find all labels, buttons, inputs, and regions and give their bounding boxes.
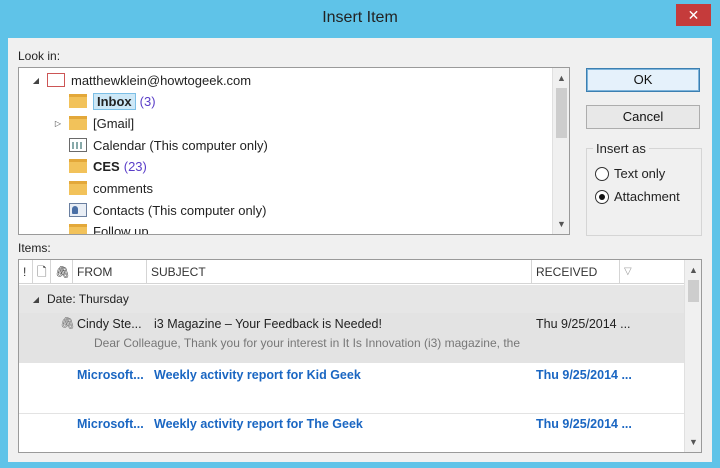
message-subject: i3 Magazine – Your Feedback is Needed! [154,317,382,331]
document-icon[interactable]: 🗋 [33,260,51,284]
window-title: Insert Item [322,9,398,26]
insert-as-title: Insert as [593,141,649,156]
tree-item-label: Contacts (This computer only) [93,202,267,218]
text-only-option[interactable]: Text only [595,166,665,181]
radio-attachment[interactable] [595,189,609,204]
message-from: Microsoft... [77,368,144,382]
tree-item-label: Follow up [93,223,149,235]
tree-item-label: matthewklein@howtogeek.com [71,72,252,88]
tree-scrollbar[interactable]: ▲ ▼ [552,68,569,234]
tree-item-label: CES [93,158,120,174]
received-column[interactable]: RECEIVED [532,260,620,284]
ok-button[interactable]: OK [586,68,700,92]
message-received: Thu 9/25/2014 ... [536,317,631,331]
message-received: Thu 9/25/2014 ... [536,417,632,431]
scroll-up-icon[interactable]: ▲ [685,262,701,278]
subject-column[interactable]: SUBJECT [147,260,532,284]
message-preview: Dear Colleague, Thank you for your inter… [94,336,521,350]
message-subject: Weekly activity report for The Geek [154,417,363,431]
importance-column[interactable]: ! [19,260,33,284]
message-subject: Weekly activity report for Kid Geek [154,368,361,382]
tree-item-comments[interactable]: comments [53,178,153,198]
tree-item-label: Inbox [93,92,136,110]
collapse-icon[interactable]: ◢ [31,295,41,304]
sort-icon[interactable]: ▽ [620,260,686,284]
option-label: Text only [614,166,666,181]
folder-tree[interactable]: ◢ matthewklein@howtogeek.com Inbox (3) ▷… [18,67,570,235]
items-label: Items: [18,241,51,255]
unread-count: (3) [139,93,156,109]
list-item[interactable]: Microsoft... Weekly activity report for … [19,415,686,452]
items-list[interactable]: ! 🗋 🖇 FROM SUBJECT RECEIVED ▽ ◢ Date: Th… [18,259,702,453]
from-column[interactable]: FROM [73,260,147,284]
contacts-icon [69,203,87,217]
items-scrollbar[interactable]: ▲ ▼ [684,260,701,452]
folder-icon [69,116,87,130]
tree-item-label: Calendar (This computer only) [93,137,268,153]
scroll-down-icon[interactable]: ▼ [685,434,701,450]
cancel-button[interactable]: Cancel [586,105,700,129]
folder-icon [69,159,87,173]
message-from: Cindy Ste... [77,317,142,331]
dialog-body: Look in: ◢ matthewklein@howtogeek.com In… [8,38,712,462]
group-label: Date: Thursday [47,292,129,306]
tree-item-label: comments [93,180,153,196]
tree-item-mailbox[interactable]: ◢ matthewklein@howtogeek.com [31,70,251,90]
scroll-up-icon[interactable]: ▲ [553,70,569,86]
tree-item-follow-up[interactable]: Follow up [53,221,149,235]
calendar-icon [69,138,87,152]
tree-item-calendar[interactable]: Calendar (This computer only) [53,135,268,155]
collapse-icon[interactable]: ◢ [31,76,41,85]
tree-item-contacts[interactable]: Contacts (This computer only) [53,200,266,220]
tree-item-gmail[interactable]: ▷ [Gmail] [53,113,134,133]
scroll-down-icon[interactable]: ▼ [553,216,569,232]
scroll-thumb[interactable] [556,88,567,138]
look-in-label: Look in: [18,49,61,63]
mailbox-icon [47,73,65,87]
unread-count: (23) [123,158,147,174]
message-from: Microsoft... [77,417,144,431]
option-label: Attachment [614,189,680,204]
list-item[interactable]: Microsoft... Weekly activity report for … [19,364,686,414]
date-group-header[interactable]: ◢ Date: Thursday [19,285,686,313]
folder-icon [69,181,87,195]
insert-as-group: Insert as Text only Attachment [586,141,702,236]
tree-item-ces[interactable]: CES (23) [53,156,147,176]
radio-text-only[interactable] [595,166,609,181]
scroll-thumb[interactable] [688,280,699,302]
column-header: ! 🗋 🖇 FROM SUBJECT RECEIVED ▽ [19,260,686,284]
expand-icon[interactable]: ▷ [53,119,63,128]
tree-item-label: [Gmail] [93,115,135,131]
message-received: Thu 9/25/2014 ... [536,368,632,382]
folder-icon [69,224,87,234]
tree-item-inbox[interactable]: Inbox (3) [53,91,156,111]
attachment-option[interactable]: Attachment [595,189,680,204]
list-item[interactable]: 🖇 Cindy Ste... i3 Magazine – Your Feedba… [19,313,686,363]
close-button[interactable]: ✕ [676,4,711,26]
inbox-folder-icon [69,94,87,108]
title-bar: Insert Item ✕ [0,0,720,38]
paperclip-icon[interactable]: 🖇 [51,260,73,284]
